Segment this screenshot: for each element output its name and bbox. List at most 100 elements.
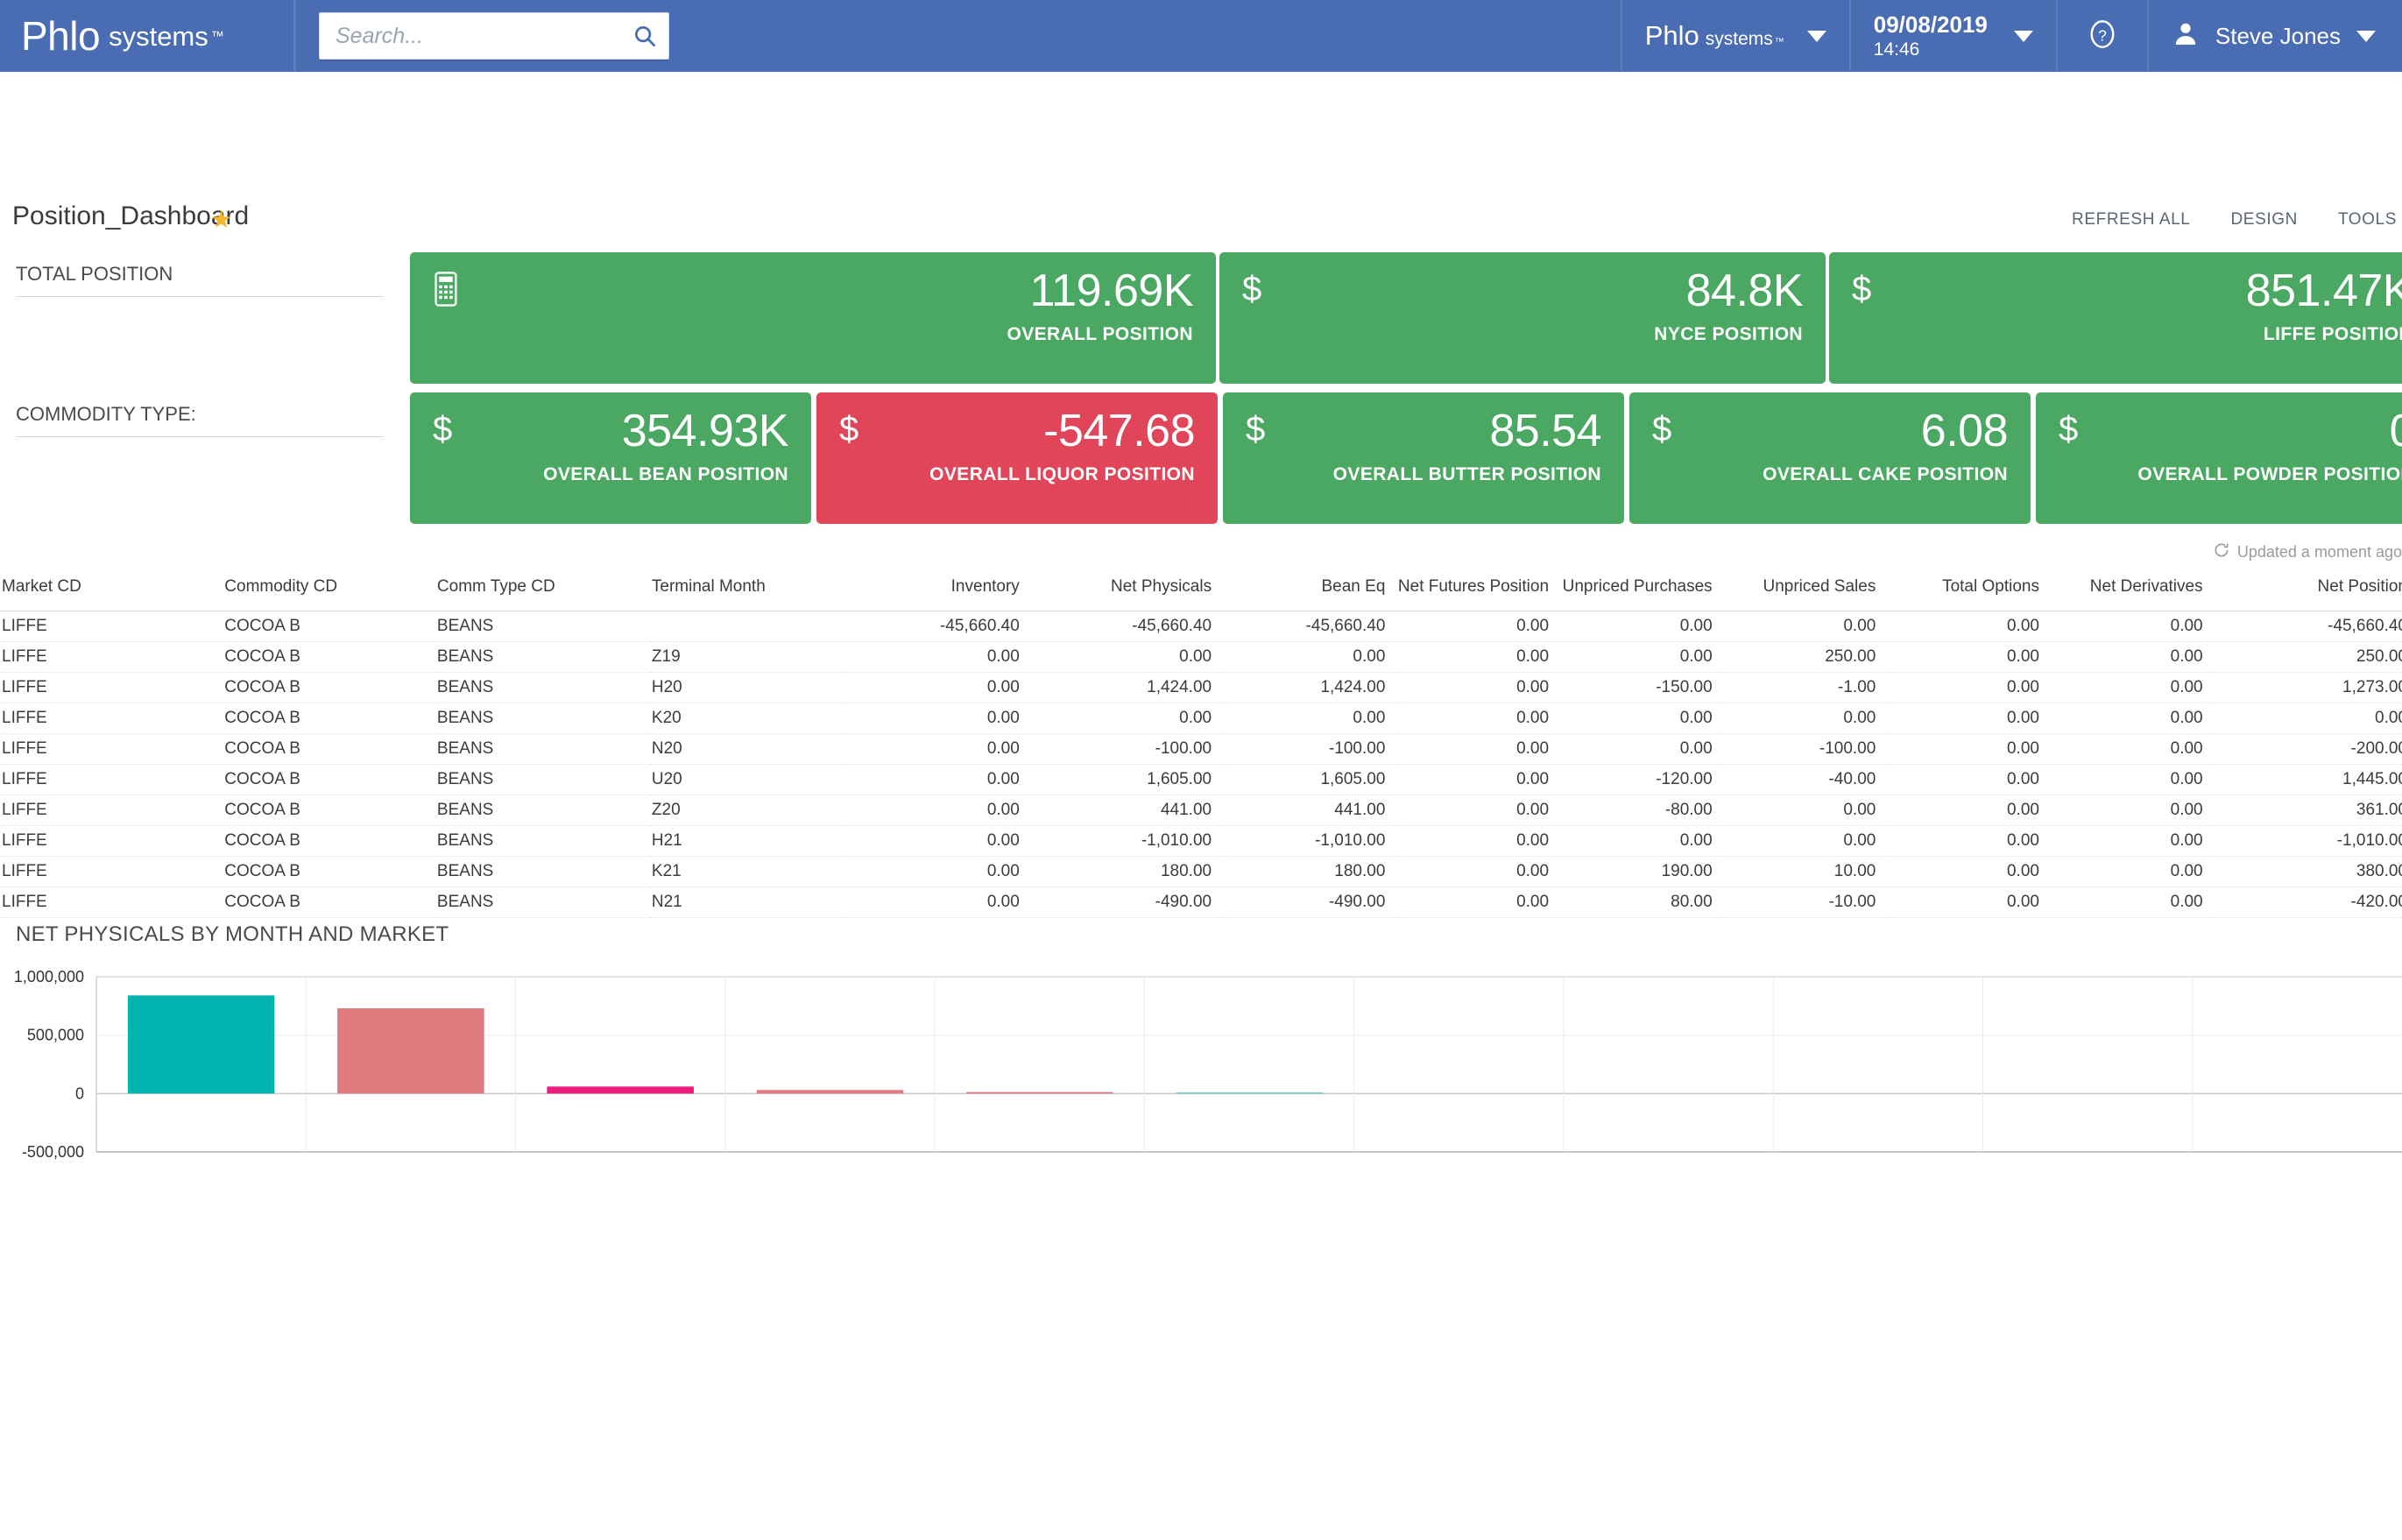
chart-bar[interactable]	[127, 995, 275, 1094]
chart-bar[interactable]	[547, 1086, 694, 1094]
table-cell: 0.00	[1722, 703, 1887, 734]
col-net-position[interactable]: Net Position	[2213, 574, 2402, 611]
table-cell: 0.00	[1886, 887, 2050, 918]
help-icon[interactable]: ?	[2084, 16, 2121, 57]
table-cell: -420.00	[2213, 887, 2402, 918]
table-cell: 0.00	[1395, 856, 1560, 887]
kpi-tile-overall-cake-position[interactable]: $ 6.08 OVERALL CAKE POSITION	[1629, 392, 2031, 524]
svg-text:?: ?	[2098, 26, 2107, 44]
table-cell: BEANS	[434, 887, 650, 918]
col-commodity-cd[interactable]: Commodity CD	[223, 574, 435, 611]
kpi-tile-overall-liquor-position[interactable]: $ -547.68 OVERALL LIQUOR POSITION	[816, 392, 1218, 524]
col-comm-type-cd[interactable]: Comm Type CD	[434, 574, 650, 611]
table-cell: K21	[649, 856, 844, 887]
chevron-down-icon[interactable]	[1806, 30, 1826, 42]
chevron-down-icon[interactable]	[2013, 30, 2033, 42]
kpi-label: LIFFE POSITION	[2263, 324, 2402, 344]
table-cell: COCOA B	[223, 825, 435, 857]
col-net-physicals[interactable]: Net Physicals	[1029, 574, 1223, 611]
table-cell: 1,605.00	[1029, 764, 1223, 795]
table-row[interactable]: LIFFE COCOA B BEANS N20 0.00 -100.00 -100.00 0.…	[0, 733, 2402, 765]
page-header: Position_Dashboard ★ REFRESH ALL DESIGN …	[0, 201, 2402, 247]
search-icon[interactable]	[621, 23, 668, 49]
kpi-tile-overall-position[interactable]: 119.69K OVERALL POSITION	[410, 252, 1216, 384]
chart-y-tick-label: 500,000	[27, 1027, 84, 1044]
favourite-star-icon[interactable]: ★	[210, 205, 232, 234]
tools-button[interactable]: TOOLS	[2338, 210, 2397, 230]
kpi-tile-liffe-position[interactable]: $ 851.47K LIFFE POSITION	[1829, 252, 2402, 384]
col-unpriced-purchases[interactable]: Unpriced Purchases	[1559, 574, 1723, 611]
col-net-derivatives[interactable]: Net Derivatives	[2049, 574, 2214, 611]
table-cell: -150.00	[1559, 672, 1723, 703]
user-menu[interactable]: Steve Jones	[2146, 0, 2402, 72]
tenant-selector[interactable]: Phlo systems ™	[1620, 0, 1849, 72]
brand-logo[interactable]: Phlo systems ™	[0, 0, 296, 72]
table-cell: COCOA B	[223, 733, 435, 765]
table-cell: -200.00	[2213, 733, 2402, 765]
refresh-icon[interactable]	[2213, 541, 2230, 563]
design-button[interactable]: DESIGN	[2230, 210, 2297, 230]
positions-table-container: Market CD Commodity CD Comm Type CD Term…	[0, 574, 2402, 918]
table-cell: 0.00	[1886, 672, 2050, 703]
table-cell: LIFFE	[0, 764, 223, 795]
table-cell: 0.00	[844, 856, 1030, 887]
table-cell: BEANS	[434, 825, 650, 857]
table-cell: 380.00	[2213, 856, 2402, 887]
col-inventory[interactable]: Inventory	[844, 574, 1030, 611]
col-unpriced-sales[interactable]: Unpriced Sales	[1722, 574, 1887, 611]
table-row[interactable]: LIFFE COCOA B BEANS U20 0.00 1,605.00 1,605.00…	[0, 764, 2402, 795]
datetime-selector[interactable]: 09/08/2019 14:46	[1848, 0, 2056, 72]
table-cell: 0.00	[2213, 703, 2402, 734]
table-cell: 0.00	[2049, 825, 2214, 857]
kpi-value: -547.68	[1043, 406, 1195, 456]
chart-bar[interactable]	[756, 1090, 904, 1094]
table-cell: -100.00	[1029, 733, 1223, 765]
kpi-tile-overall-bean-position[interactable]: $ 354.93K OVERALL BEAN POSITION	[410, 392, 811, 524]
table-cell: COCOA B	[223, 764, 435, 795]
table-row[interactable]: LIFFE COCOA B BEANS N21 0.00 -490.00 -490.00 0.…	[0, 887, 2402, 918]
kpi-tile-overall-butter-position[interactable]: $ 85.54 OVERALL BUTTER POSITION	[1223, 392, 1624, 524]
chart-bar[interactable]	[965, 1091, 1113, 1094]
kpi-value: 119.69K	[1029, 265, 1194, 316]
table-row[interactable]: LIFFE COCOA B BEANS Z20 0.00 441.00 441.00 0.00…	[0, 795, 2402, 826]
table-header-row: Market CD Commodity CD Comm Type CD Term…	[0, 574, 2402, 611]
table-row[interactable]: LIFFE COCOA B BEANS H21 0.00 -1,010.00 -1,010.…	[0, 825, 2402, 857]
col-market-cd[interactable]: Market CD	[0, 574, 223, 611]
help-button[interactable]: ?	[2055, 0, 2147, 72]
table-cell: LIFFE	[0, 856, 223, 887]
col-terminal-month[interactable]: Terminal Month	[649, 574, 844, 611]
table-cell: LIFFE	[0, 795, 223, 826]
chart-bar[interactable]	[1176, 1092, 1323, 1094]
table-cell: BEANS	[434, 733, 650, 765]
kpi-tile-overall-powder-position[interactable]: $ 0 OVERALL POWDER POSITION	[2036, 392, 2402, 524]
table-cell: 10.00	[1722, 856, 1887, 887]
filter-label-total-position: TOTAL POSITION	[16, 263, 173, 285]
chart-y-tick-label: 0	[75, 1084, 84, 1102]
table-row[interactable]: LIFFE COCOA B BEANS K20 0.00 0.00 0.00 0.00 0.00…	[0, 703, 2402, 734]
datetime-stack: 09/08/2019 14:46	[1874, 11, 1988, 62]
table-row[interactable]: LIFFE COCOA B BEANS K21 0.00 180.00 180.00 0.00…	[0, 856, 2402, 887]
dollar-icon: $	[1852, 270, 1872, 308]
col-net-futures-position[interactable]: Net Futures Position	[1395, 574, 1560, 611]
table-row[interactable]: LIFFE COCOA B BEANS -45,660.40 -45,660.40 -45…	[0, 611, 2402, 642]
search-input[interactable]	[320, 23, 621, 49]
table-row[interactable]: LIFFE COCOA B BEANS H20 0.00 1,424.00 1,424.00…	[0, 672, 2402, 703]
search-box[interactable]	[319, 12, 669, 60]
kpi-tile-nyce-position[interactable]: $ 84.8K NYCE POSITION	[1219, 252, 1826, 384]
chevron-down-icon[interactable]	[2356, 30, 2376, 42]
table-cell: 0.00	[844, 795, 1030, 826]
col-bean-eq[interactable]: Bean Eq	[1222, 574, 1396, 611]
col-total-options[interactable]: Total Options	[1886, 574, 2050, 611]
table-cell: BEANS	[434, 795, 650, 826]
table-row[interactable]: LIFFE COCOA B BEANS Z19 0.00 0.00 0.00 0.00 0.00…	[0, 641, 2402, 673]
table-cell: 0.00	[1722, 611, 1887, 642]
table-cell: -1,010.00	[1029, 825, 1223, 857]
refresh-all-button[interactable]: REFRESH ALL	[2072, 210, 2190, 230]
kpi-label: NYCE POSITION	[1654, 324, 1803, 344]
table-cell: N21	[649, 887, 844, 918]
table-cell: 0.00	[1395, 764, 1560, 795]
chart-bar[interactable]	[337, 1008, 484, 1094]
time-value: 14:46	[1873, 39, 1920, 60]
table-cell: -100.00	[1722, 733, 1887, 765]
table-cell: 0.00	[1559, 641, 1723, 673]
